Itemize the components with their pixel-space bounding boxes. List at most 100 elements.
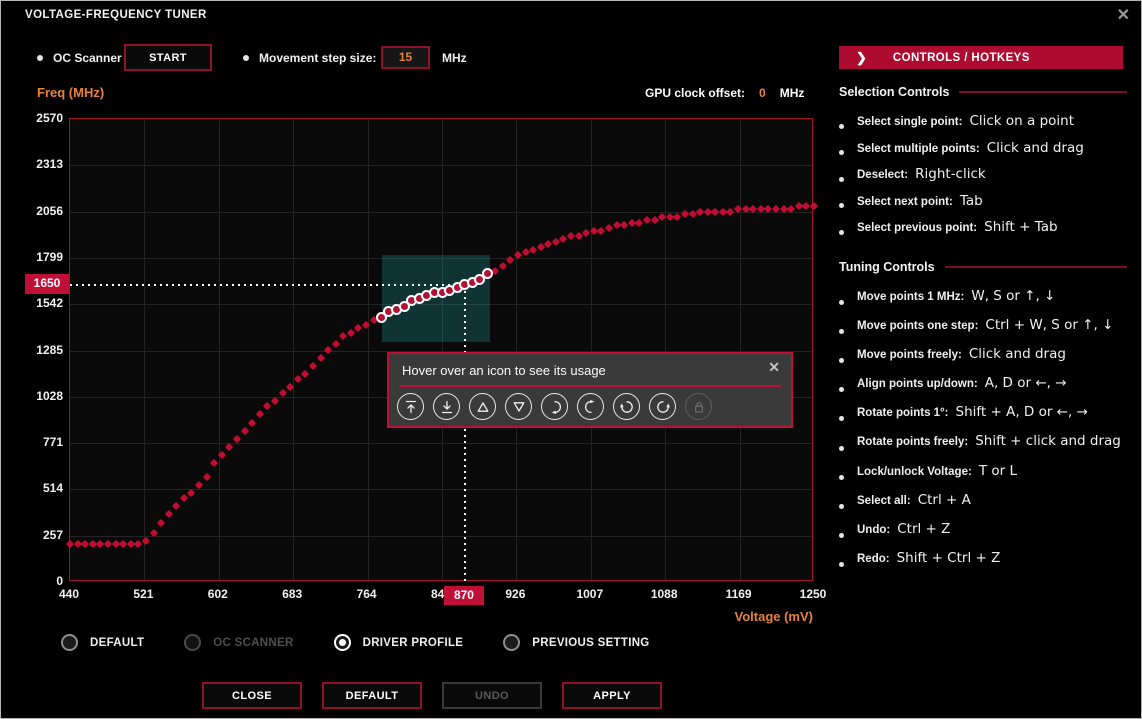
curve-point[interactable]: [66, 540, 74, 548]
controls-hotkeys-title: CONTROLS / HOTKEYS: [893, 52, 1030, 64]
curve-point[interactable]: [263, 402, 271, 410]
curve-point[interactable]: [256, 410, 264, 418]
curve-point[interactable]: [157, 518, 165, 526]
move-up-icon[interactable]: [469, 393, 496, 420]
section-title-text: Selection Controls: [839, 85, 949, 99]
hotkey-label: Lock/unlock Voltage:: [857, 466, 972, 478]
curve-point[interactable]: [347, 329, 355, 337]
rotate-left-step-icon[interactable]: [577, 393, 604, 420]
y-tick-label: 2313: [7, 157, 63, 171]
gridline: [144, 119, 145, 580]
hotkey-item: Lock/unlock Voltage:T or L: [839, 463, 1127, 492]
move-down-icon[interactable]: [505, 393, 532, 420]
step-size-label: Movement step size:: [259, 51, 376, 65]
y-axis-title: Freq (MHz): [37, 85, 104, 100]
curve-point[interactable]: [142, 537, 150, 545]
hotkey-keys: Right-click: [915, 166, 986, 182]
hotkey-keys: W, S or ↑, ↓: [971, 288, 1055, 304]
cursor-freq-badge: 1650: [25, 274, 69, 294]
hotkey-label: Rotate points 1°:: [857, 407, 949, 419]
curve-point[interactable]: [316, 353, 324, 361]
x-tick-label: 521: [118, 587, 168, 601]
curve-point[interactable]: [180, 494, 188, 502]
rotate-right-icon[interactable]: [613, 393, 640, 420]
step-size-input[interactable]: 15: [381, 46, 430, 69]
radio-driver-profile[interactable]: DRIVER PROFILE: [334, 634, 464, 651]
hotkey-keys: Tab: [960, 193, 983, 209]
radio-previous-setting[interactable]: PREVIOUS SETTING: [503, 634, 649, 651]
y-tick-label: 257: [7, 528, 63, 542]
window-title: VOLTAGE-FREQUENCY TUNER: [25, 9, 207, 21]
hotkey-item: Move points 1 MHz:W, S or ↑, ↓: [839, 288, 1127, 317]
x-tick-label: 1250: [788, 587, 838, 601]
curve-point[interactable]: [324, 345, 332, 353]
curve-point[interactable]: [810, 202, 818, 210]
hotkey-item: Undo:Ctrl + Z: [839, 521, 1127, 550]
hotkey-keys: Ctrl + A: [918, 492, 971, 508]
tool-palette-title: Hover over an icon to see its usage: [402, 363, 606, 378]
curve-point[interactable]: [271, 397, 279, 405]
curve-point[interactable]: [309, 362, 317, 370]
curve-point[interactable]: [331, 340, 339, 348]
controls-hotkeys-header[interactable]: ❯ CONTROLS / HOTKEYS: [839, 46, 1123, 69]
hotkey-list: Select single point:Click on a point Sele…: [839, 113, 1127, 246]
hotkey-item: Select next point:Tab: [839, 193, 1127, 220]
curve-point[interactable]: [164, 510, 172, 518]
hotkey-label: Move points freely:: [857, 349, 962, 361]
apply-button[interactable]: APPLY: [562, 682, 662, 709]
align-top-icon[interactable]: [397, 393, 424, 420]
bullet-icon: [839, 533, 844, 538]
y-tick-label: 771: [7, 435, 63, 449]
curve-point[interactable]: [498, 262, 506, 270]
window-close-icon[interactable]: ✕: [1117, 5, 1130, 25]
curve-point[interactable]: [210, 459, 218, 467]
cursor-horizontal-line: [70, 284, 465, 286]
hotkey-item: Select all: Ctrl + A: [839, 492, 1127, 521]
hotkey-label: Rotate points freely:: [857, 436, 968, 448]
hotkeys-panel: Selection Controls Select single point:Cl…: [839, 85, 1127, 579]
section-underline: [945, 266, 1127, 268]
vf-curve-chart[interactable]: [69, 118, 813, 581]
curve-point[interactable]: [240, 426, 248, 434]
hotkey-item: Move points one step:Ctrl + W, S or ↑, ↓: [839, 317, 1127, 346]
curve-point[interactable]: [202, 472, 210, 480]
oc-scanner-start-button[interactable]: START: [124, 44, 212, 71]
gridline: [70, 443, 812, 444]
curve-point[interactable]: [362, 321, 370, 329]
hotkey-keys: Shift + Tab: [984, 219, 1057, 235]
hotkey-item: Rotate points freely: Shift + click and d…: [839, 433, 1127, 462]
hotkey-label: Select all:: [857, 495, 911, 507]
curve-point-selected[interactable]: [482, 268, 493, 279]
curve-point[interactable]: [233, 435, 241, 443]
bullet-icon: [839, 504, 844, 509]
rotate-right-step-icon[interactable]: [541, 393, 568, 420]
curve-point[interactable]: [195, 480, 203, 488]
gpu-clock-offset-value: 0: [759, 86, 766, 100]
rotate-left-icon[interactable]: [649, 393, 676, 420]
align-bottom-icon[interactable]: [433, 393, 460, 420]
radio-circle-icon: [61, 634, 78, 651]
default-button[interactable]: DEFAULT: [322, 682, 422, 709]
curve-point[interactable]: [301, 370, 309, 378]
radio-default[interactable]: DEFAULT: [61, 634, 144, 651]
bullet-icon: [839, 203, 844, 208]
tool-palette-divider: [399, 385, 781, 387]
bullet-icon: [839, 358, 844, 363]
close-button[interactable]: CLOSE: [202, 682, 302, 709]
curve-point[interactable]: [278, 389, 286, 397]
curve-point[interactable]: [248, 418, 256, 426]
bullet-icon: [839, 230, 844, 235]
radio-oc-scanner: OC SCANNER: [184, 634, 293, 651]
curve-point[interactable]: [104, 540, 112, 548]
curve-point[interactable]: [172, 502, 180, 510]
tool-palette-close-icon[interactable]: ✕: [768, 359, 780, 376]
y-tick-label: 1028: [7, 389, 63, 403]
curve-point[interactable]: [294, 375, 302, 383]
gpu-clock-offset-row: GPU clock offset: 0 MHz: [645, 86, 813, 100]
gridline: [368, 119, 369, 580]
bullet-icon: [839, 329, 844, 334]
step-size-bullet-icon: [243, 55, 249, 61]
lock-icon: [685, 393, 712, 420]
hotkey-item: Select single point:Click on a point: [839, 113, 1127, 140]
hotkey-keys: Shift + click and drag: [975, 433, 1121, 449]
